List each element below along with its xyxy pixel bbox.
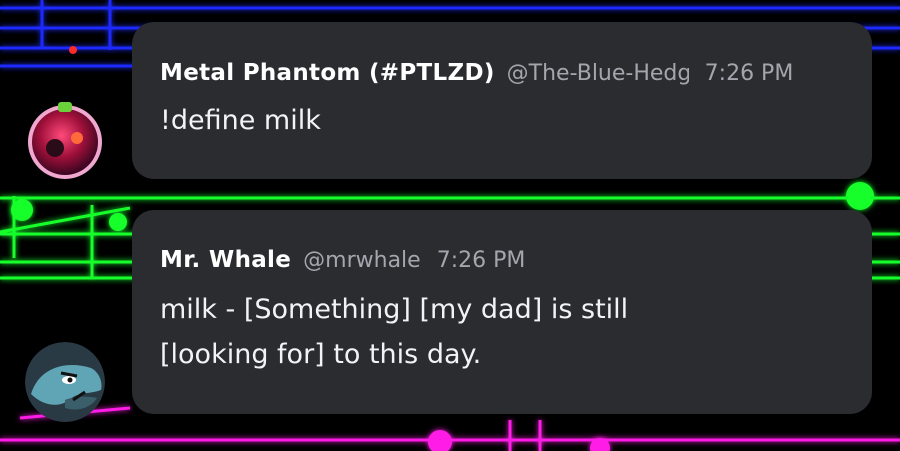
author-handle[interactable]: @mrwhale [303, 248, 421, 273]
message-header: Metal Phantom (#PTLZD) @The-Blue-Hedgeho… [160, 60, 844, 86]
author-name[interactable]: Metal Phantom (#PTLZD) [160, 60, 495, 86]
author-name[interactable]: Mr. Whale [160, 247, 291, 273]
message-line: milk - [Something] [my dad] is still [160, 294, 629, 325]
message-text: !define milk [160, 105, 321, 136]
whale-avatar[interactable] [25, 342, 105, 422]
message-bubble: Metal Phantom (#PTLZD) @The-Blue-Hedgeho… [132, 22, 872, 179]
timestamp: 7:26 PM [436, 248, 526, 273]
timestamp: 7:26 PM [704, 61, 794, 86]
message-line: [looking for] to this day. [160, 339, 482, 370]
message-header: Mr. Whale @mrwhale 7:26 PM [160, 247, 844, 273]
ornament-icon [28, 102, 102, 179]
author-handle[interactable]: @The-Blue-Hedgehog [507, 61, 689, 86]
whale-icon [25, 342, 105, 422]
message-text: milk - [Something] [my dad] is still [lo… [160, 287, 844, 377]
ornament-avatar[interactable] [25, 100, 105, 180]
message-bubble: Mr. Whale @mrwhale 7:26 PM milk - [Somet… [132, 210, 872, 414]
